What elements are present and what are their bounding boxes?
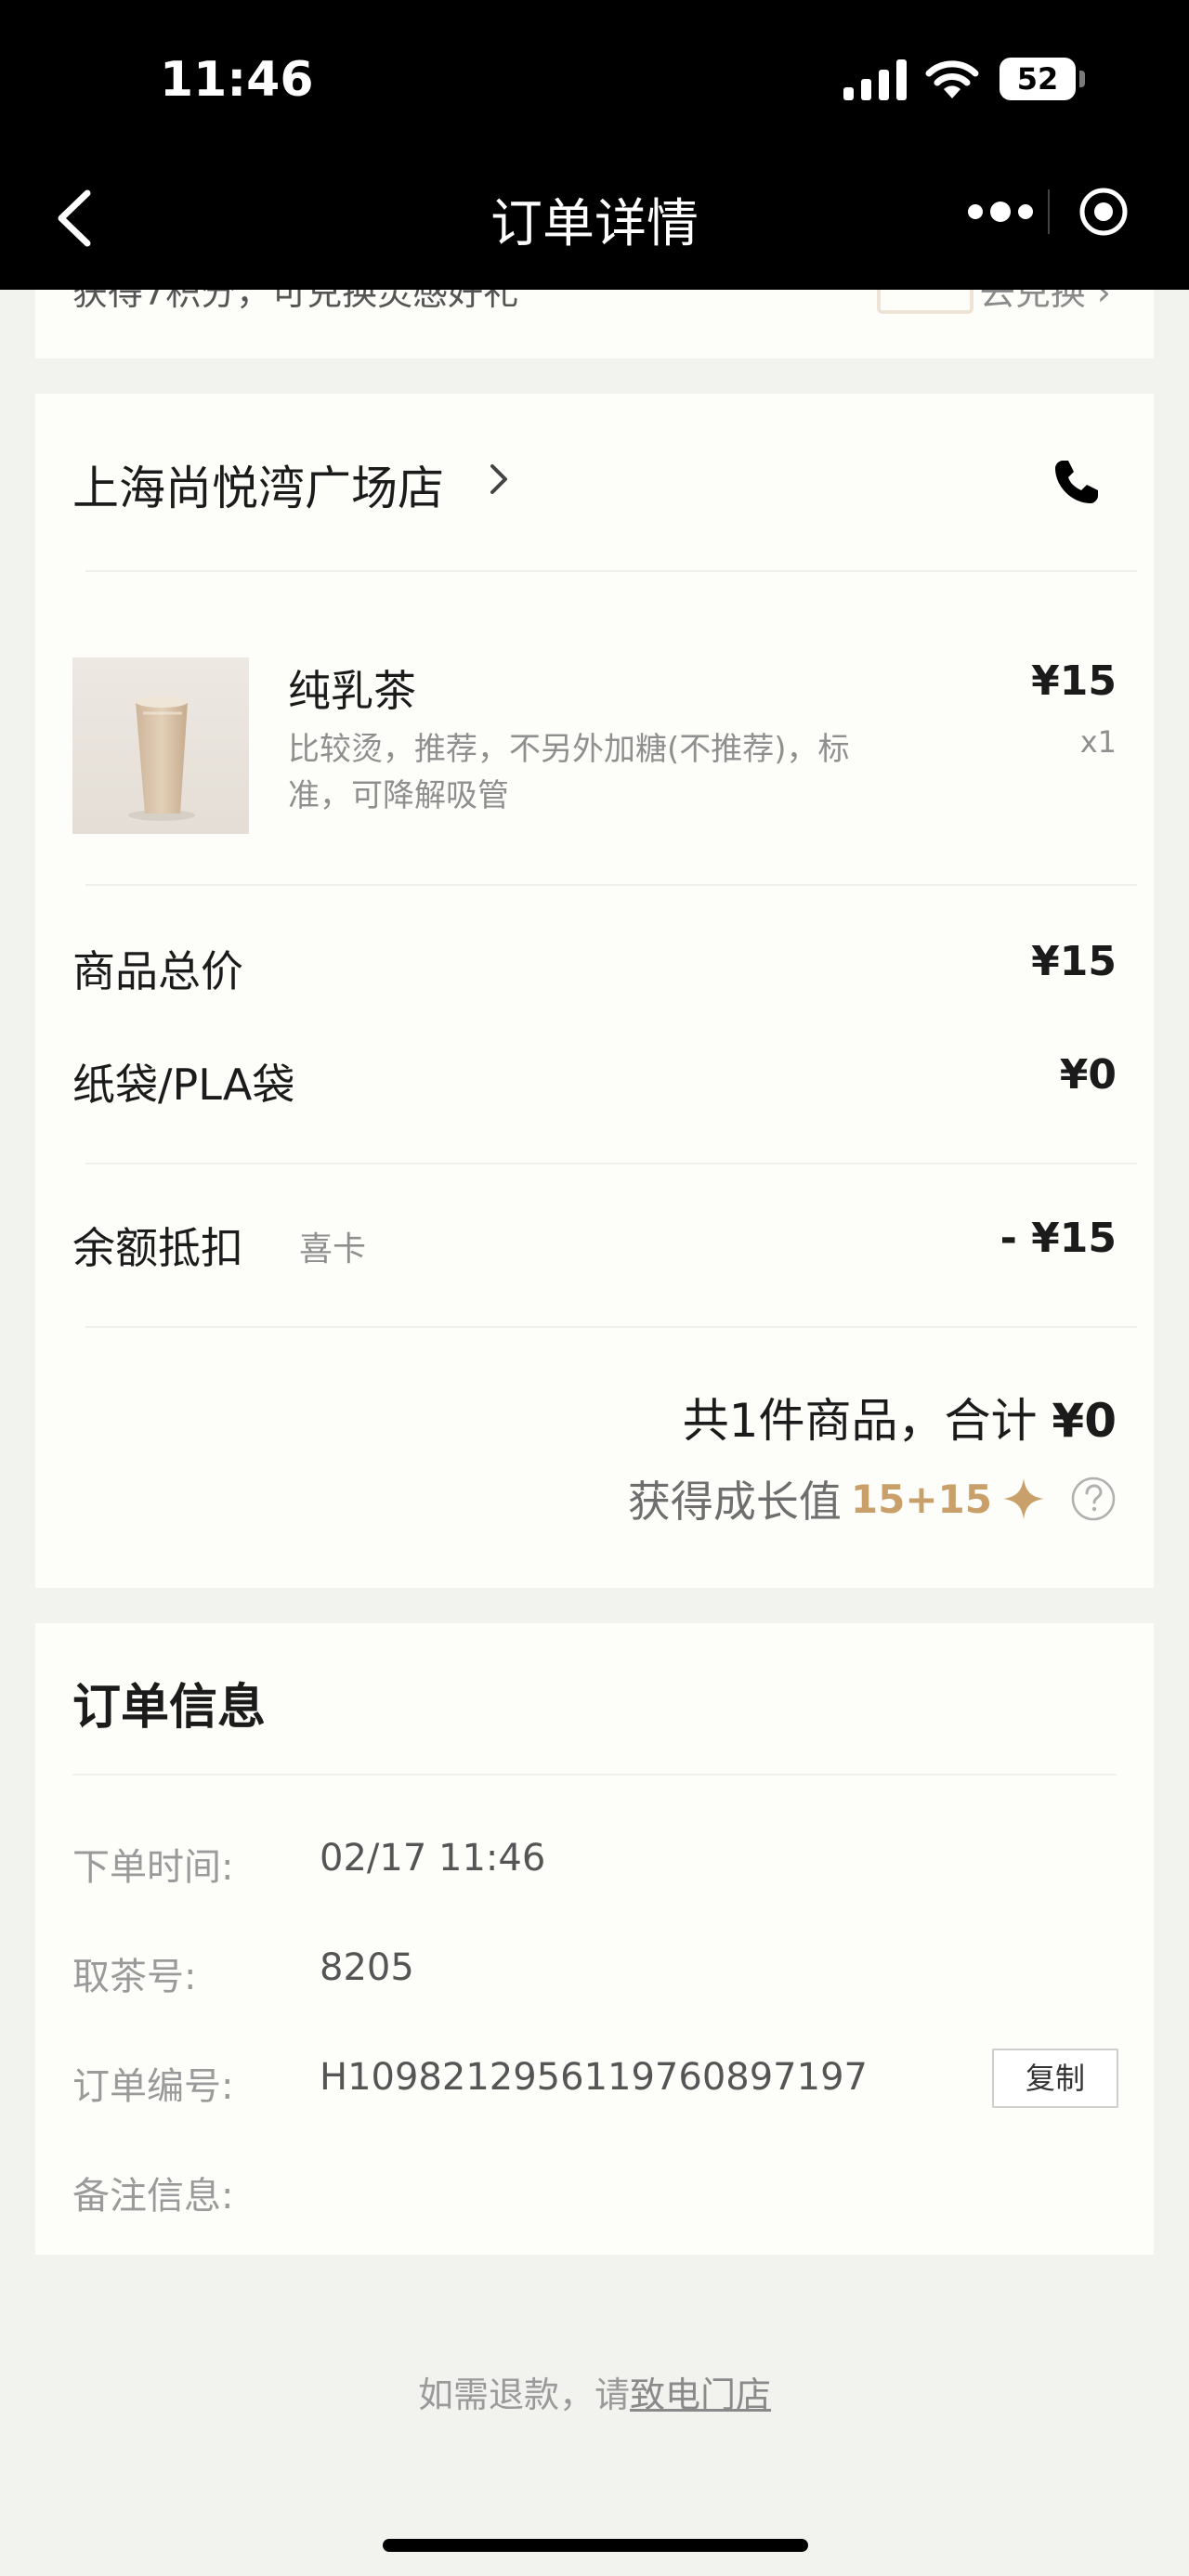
divider	[85, 1326, 1137, 1328]
order-detail-card: 上海尚悦湾广场店 纯乳茶 比较烫，推荐，不另外加糖(不推荐)，标准，可降解吸管 …	[35, 394, 1154, 1588]
order-number-label: 订单编号:	[72, 2065, 234, 2108]
subtotal-label: 商品总价	[72, 946, 243, 996]
home-indicator	[383, 2539, 808, 2552]
store-name[interactable]: 上海尚悦湾广场店	[72, 451, 444, 518]
growth-value: 15+15	[850, 1476, 992, 1522]
divider	[85, 1163, 1137, 1164]
product-image	[72, 657, 249, 834]
product-quantity: x1	[1079, 724, 1117, 760]
order-time-label: 下单时间:	[72, 1846, 234, 1889]
order-time-value: 02/17 11:46	[320, 1837, 546, 1880]
product-options: 比较烫，推荐，不另外加糖(不推荐)，标准，可降解吸管	[288, 731, 850, 814]
bag-fee-value: ¥0	[1059, 1051, 1117, 1099]
order-number-value: H10982129561197608971​97	[320, 2056, 868, 2099]
capsule-divider	[1048, 189, 1050, 234]
milk-tea-cup-image	[128, 696, 195, 821]
balance-deduction-value: - ¥15	[1000, 1215, 1117, 1262]
copy-button[interactable]: 复制	[992, 2049, 1118, 2108]
divider	[85, 570, 1137, 572]
status-time: 11:46	[160, 52, 314, 108]
product-name: 纯乳茶	[288, 666, 416, 716]
order-total: 共1件商品，合计 ¥0	[683, 1384, 1117, 1451]
close-mini-program-icon[interactable]	[1078, 186, 1130, 238]
subtotal-value: ¥15	[1031, 938, 1117, 985]
call-store-link[interactable]: 致电门店	[630, 2374, 771, 2415]
refund-note-prefix: 如需退款，请	[417, 2374, 630, 2415]
wifi-icon	[925, 60, 979, 98]
cellular-signal-icon	[843, 59, 907, 100]
refund-note: 如需退款，请致电门店	[0, 2366, 1189, 2417]
growth-label: 获得成长值	[627, 1477, 842, 1527]
top-bar: 11:46 52 订单详情	[0, 0, 1189, 290]
gift-image	[877, 290, 973, 314]
balance-deduction-label: 余额抵扣	[72, 1223, 243, 1273]
help-icon[interactable]	[1070, 1476, 1117, 1522]
sparkle-icon	[1003, 1478, 1044, 1519]
order-total-amount: ¥0	[1052, 1394, 1117, 1448]
divider	[72, 1774, 1117, 1776]
phone-icon[interactable]	[1050, 455, 1104, 509]
points-banner-text: 获得7积分，可兑换灵感好礼	[72, 290, 519, 313]
pickup-number-value: 8205	[320, 1946, 414, 1989]
balance-card-name: 喜卡	[299, 1230, 367, 1268]
bag-fee-label: 纸袋/PLA袋	[72, 1060, 295, 1110]
order-info-title: 订单信息	[72, 1680, 267, 1736]
product-price: ¥15	[1031, 657, 1117, 705]
chevron-right-icon[interactable]	[485, 459, 513, 500]
divider	[85, 884, 1137, 886]
growth-points: 获得成长值 15+15	[628, 1471, 1117, 1527]
order-info-card: 订单信息 下单时间: 02/17 11:46 取茶号: 8205 订单编号: H…	[35, 1623, 1154, 2255]
battery-level: 52	[1000, 58, 1076, 100]
battery-tip	[1079, 71, 1085, 87]
battery-icon: 52	[1000, 58, 1085, 100]
note-label: 备注信息:	[72, 2175, 234, 2218]
points-banner[interactable]: 获得7积分，可兑换灵感好礼 去兑换 ›	[35, 290, 1154, 358]
pickup-number-label: 取茶号:	[72, 1956, 197, 1998]
more-options-icon[interactable]	[959, 191, 1042, 232]
chevron-right-icon: ›	[1096, 290, 1111, 313]
mini-program-capsule	[938, 173, 1170, 251]
redeem-link[interactable]: 去兑换 ›	[980, 290, 1111, 315]
order-total-prefix: 共1件商品，合计	[682, 1394, 1038, 1448]
redeem-link-label: 去兑换	[979, 290, 1086, 313]
